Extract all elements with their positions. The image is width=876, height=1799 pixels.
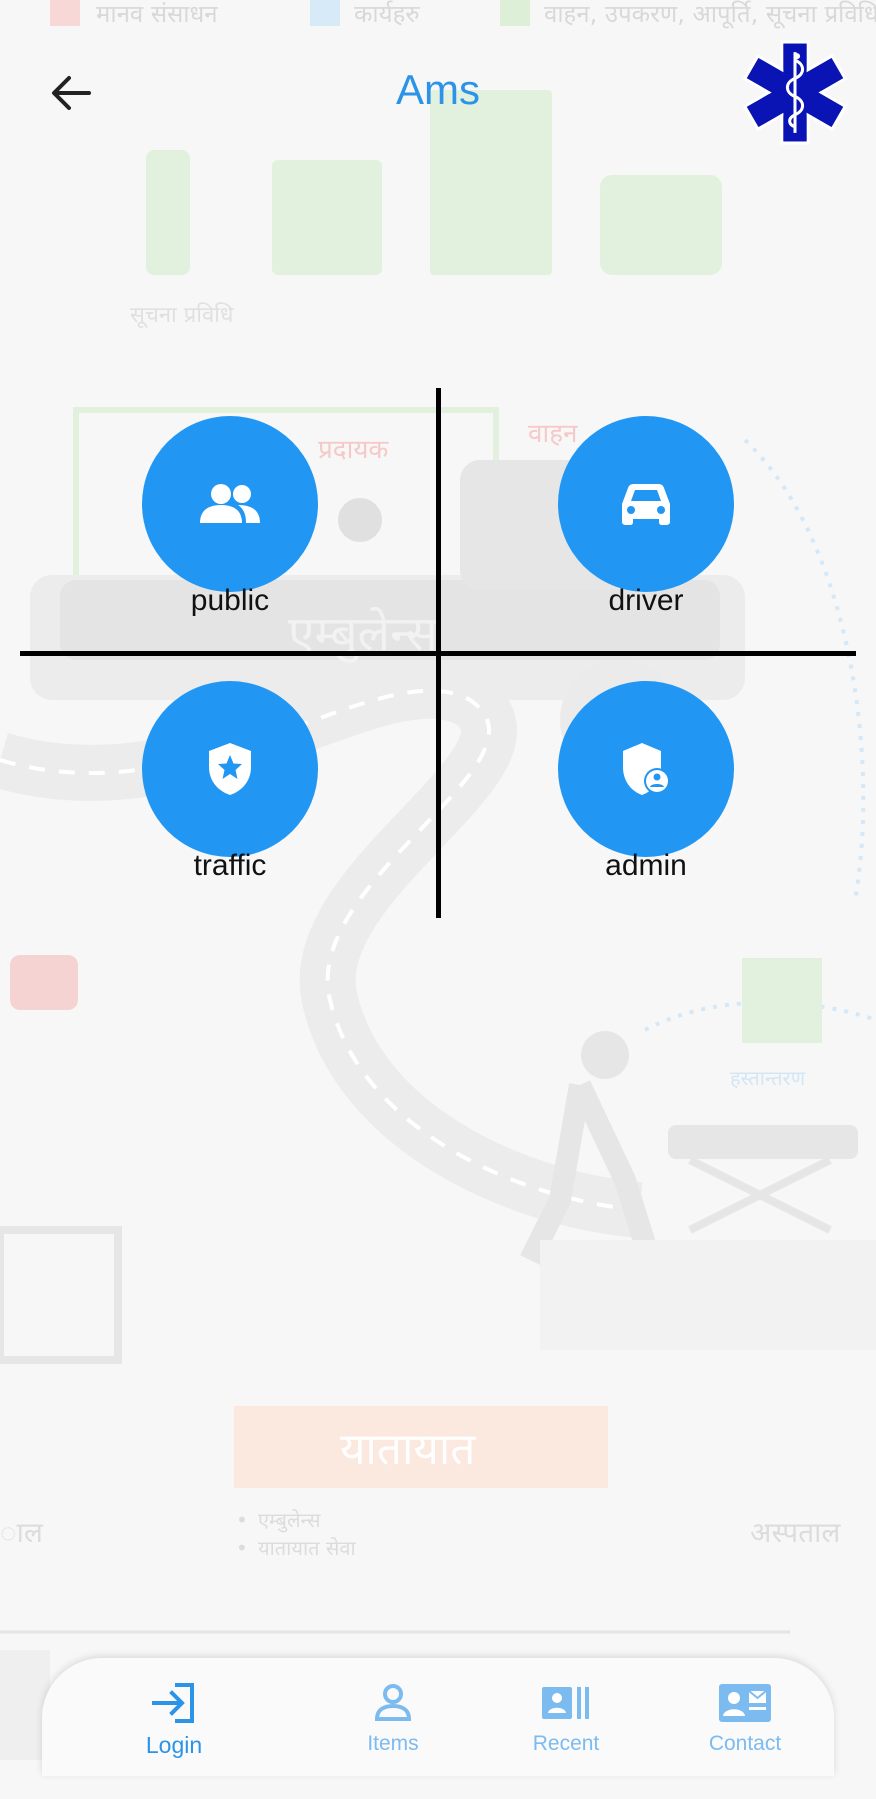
bottom-navigation-bar: Login Items Recent Contact <box>42 1658 834 1776</box>
nav-login-label: Login <box>145 1732 203 1758</box>
nav-recent-label: Recent <box>532 1732 600 1755</box>
svg-text:•: • <box>236 1508 248 1532</box>
role-public-label: public <box>190 584 270 617</box>
nav-tab-recent[interactable]: Recent <box>496 1682 636 1756</box>
app-bar: Ams <box>0 0 876 190</box>
role-driver-label: driver <box>608 584 684 617</box>
role-public-circle <box>142 416 318 592</box>
bg-bullet-traffic-service: यातायात सेवा <box>258 1536 357 1560</box>
role-admin-button[interactable]: admin <box>546 681 746 883</box>
role-driver-button[interactable]: driver <box>546 416 746 618</box>
role-public-button[interactable]: public <box>130 416 330 618</box>
bg-label-hospital-left: ाल <box>0 1516 44 1549</box>
bg-bullet-ambulance: एम्बुलेन्स <box>258 1508 321 1533</box>
role-driver-circle <box>558 416 734 592</box>
nav-items-label: Items <box>367 1732 419 1755</box>
people-icon <box>200 484 260 523</box>
nav-contact-label: Contact <box>708 1732 782 1755</box>
svg-text:•: • <box>236 1536 248 1560</box>
bg-label-handover: हस्तान्तरण <box>730 1066 806 1090</box>
nav-tab-items[interactable]: Items <box>323 1682 463 1756</box>
car-icon <box>622 484 670 525</box>
recent-icon <box>542 1687 589 1719</box>
role-admin-circle <box>558 681 734 857</box>
role-admin-label: admin <box>605 849 687 882</box>
shield-star-icon <box>209 743 251 795</box>
nav-tab-contact[interactable]: Contact <box>675 1682 815 1756</box>
nav-tab-login[interactable]: Login <box>104 1682 244 1759</box>
bg-label-hospital: अस्पताल <box>750 1516 841 1549</box>
login-icon <box>152 1683 194 1723</box>
contact-card-icon <box>719 1684 771 1722</box>
bg-label-traffic: यातायात <box>340 1424 476 1475</box>
star-of-life-logo <box>734 40 856 145</box>
role-traffic-label: traffic <box>193 849 267 882</box>
role-traffic-button[interactable]: traffic <box>130 681 330 883</box>
person-icon <box>374 1684 412 1721</box>
role-traffic-circle <box>142 681 318 857</box>
horizontal-divider <box>20 651 856 656</box>
bg-label-it: सूचना प्रविधि <box>130 302 234 329</box>
admin-shield-icon <box>623 743 670 795</box>
